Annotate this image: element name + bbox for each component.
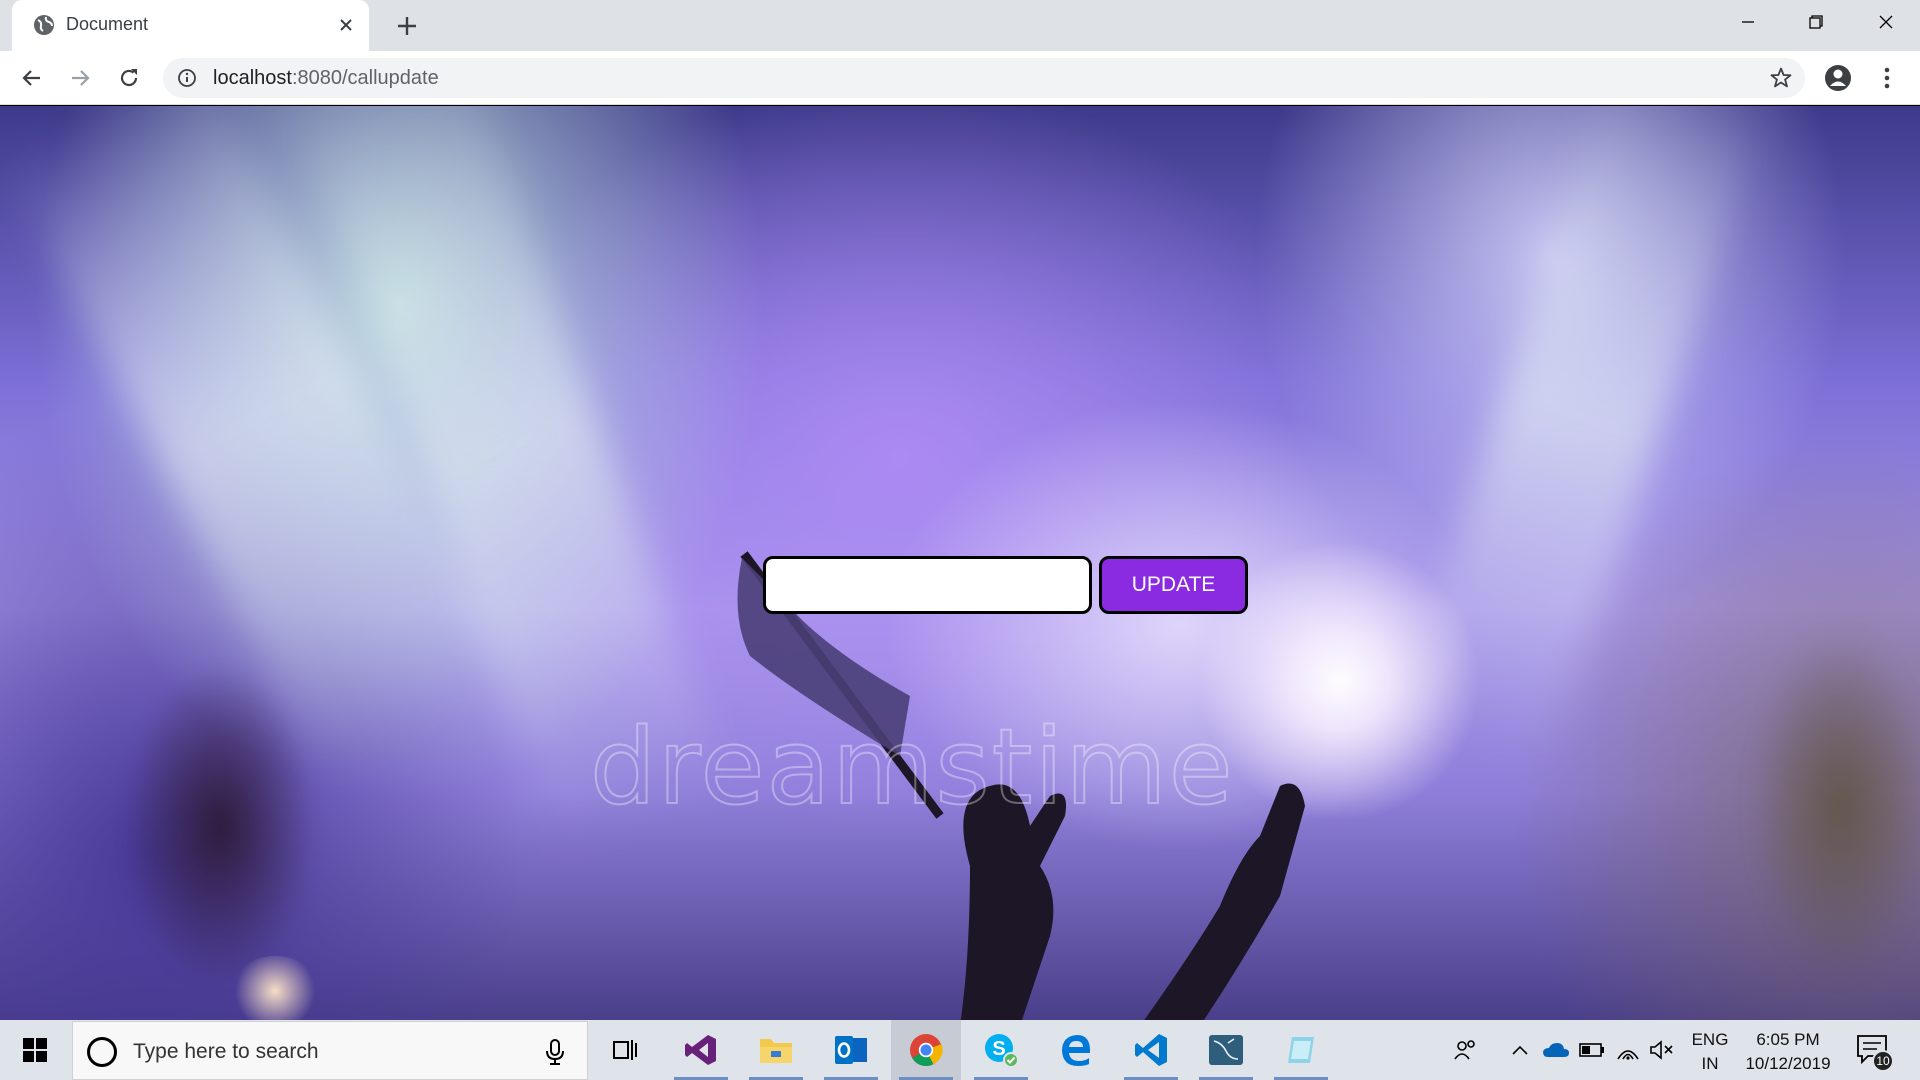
- file-explorer-icon[interactable]: [741, 1020, 811, 1080]
- onedrive-icon[interactable]: [1542, 1036, 1570, 1064]
- chevron-up-icon[interactable]: [1506, 1036, 1534, 1064]
- taskbar-search[interactable]: Type here to search: [72, 1021, 588, 1080]
- windows-start-icon[interactable]: [0, 1020, 70, 1080]
- stage-light: [230, 956, 320, 1020]
- language-line2: IN: [1701, 1054, 1719, 1073]
- bookmark-star-icon[interactable]: [1769, 66, 1793, 90]
- skype-icon[interactable]: S: [966, 1020, 1036, 1080]
- notification-center-icon[interactable]: 10: [1856, 1034, 1894, 1072]
- new-tab-button[interactable]: [392, 11, 422, 41]
- sql-workbench-icon[interactable]: [1191, 1020, 1261, 1080]
- watermark-text: dreamstime: [589, 705, 1235, 829]
- url-text: localhost:8080/callupdate: [213, 67, 439, 90]
- url-path: :8080/callupdate: [291, 67, 439, 89]
- page-background: dreamstime UPDATE: [0, 106, 1920, 1020]
- search-placeholder: Type here to search: [133, 1040, 319, 1063]
- close-tab-icon[interactable]: [334, 13, 358, 37]
- wifi-icon[interactable]: [1614, 1036, 1642, 1064]
- url-host: localhost: [213, 67, 292, 89]
- update-button[interactable]: UPDATE: [1099, 556, 1248, 614]
- task-view-icon[interactable]: [590, 1020, 660, 1080]
- performer-silhouette: [90, 626, 350, 1020]
- cortana-icon: [87, 1037, 117, 1067]
- restore-icon[interactable]: [1782, 0, 1850, 44]
- update-input[interactable]: [763, 556, 1092, 614]
- language-line1: ENG: [1691, 1030, 1729, 1049]
- chrome-icon[interactable]: [891, 1020, 961, 1080]
- minimize-icon[interactable]: [1714, 0, 1782, 44]
- forward-arrow-icon[interactable]: [64, 62, 96, 94]
- taskbar: Type here to search S ENG IN 6:05 PM 10/…: [0, 1020, 1920, 1080]
- edge-icon[interactable]: [1041, 1020, 1111, 1080]
- svg-text:S: S: [992, 1038, 1005, 1060]
- clock-time: 6:05 PM: [1756, 1030, 1820, 1049]
- volume-muted-icon[interactable]: [1648, 1036, 1676, 1064]
- visual-studio-icon[interactable]: [666, 1020, 736, 1080]
- battery-icon[interactable]: [1578, 1036, 1606, 1064]
- system-clock[interactable]: 6:05 PM 10/12/2019: [1738, 1028, 1838, 1076]
- vscode-icon[interactable]: [1116, 1020, 1186, 1080]
- performer-silhouette: [1720, 566, 1920, 1020]
- globe-icon: [32, 13, 56, 37]
- notepad-icon[interactable]: [1266, 1020, 1336, 1080]
- tab-strip: Document: [0, 0, 1920, 51]
- browser-toolbar: localhost:8080/callupdate: [0, 51, 1920, 105]
- address-bar[interactable]: localhost:8080/callupdate: [163, 58, 1805, 98]
- people-icon[interactable]: [1452, 1036, 1480, 1064]
- info-icon[interactable]: [177, 68, 197, 88]
- microphone-icon[interactable]: [543, 1038, 567, 1066]
- back-arrow-icon[interactable]: [16, 62, 48, 94]
- profile-avatar-icon[interactable]: [1823, 63, 1853, 93]
- close-window-icon[interactable]: [1852, 0, 1920, 44]
- tab-title: Document: [66, 14, 149, 34]
- menu-dots-icon[interactable]: [1872, 63, 1902, 93]
- reload-icon[interactable]: [113, 62, 145, 94]
- clock-date: 10/12/2019: [1745, 1054, 1831, 1073]
- notification-count-badge: 10: [1872, 1050, 1894, 1072]
- browser-tab[interactable]: Document: [12, 0, 369, 51]
- outlook-icon[interactable]: [816, 1020, 886, 1080]
- language-indicator[interactable]: ENG IN: [1690, 1028, 1730, 1076]
- light-beam: [1395, 106, 1765, 774]
